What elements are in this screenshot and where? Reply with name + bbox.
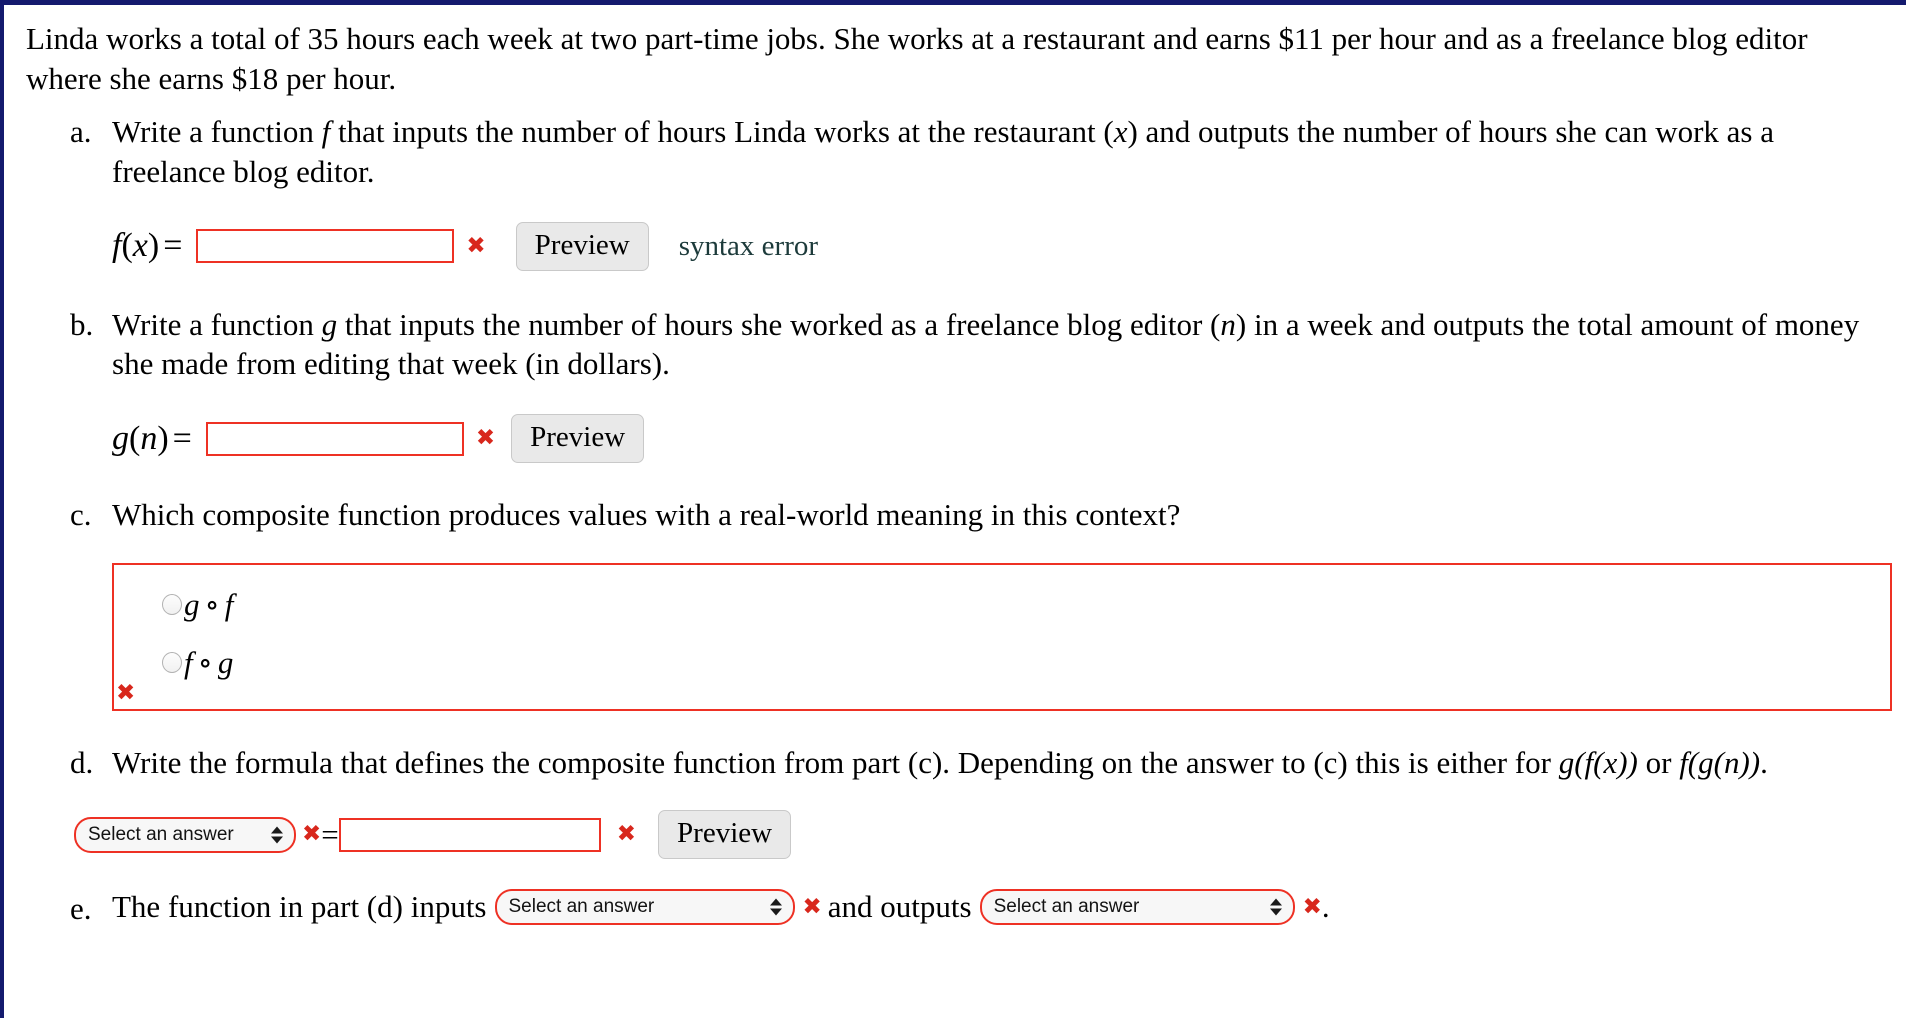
part-d-text-1: Write the formula that defines the compo…: [112, 744, 1551, 780]
part-a-marker: a.: [70, 114, 92, 150]
part-d-question: Write the formula that defines the compo…: [112, 743, 1888, 783]
part-c-choice-box: g ∘ f f ∘ g ✖: [112, 562, 1892, 711]
part-b: b. Write a function g that inputs the nu…: [70, 305, 1888, 464]
part-c-option-2-label: f ∘ g: [184, 644, 234, 680]
part-d-text-3: .: [1760, 744, 1768, 780]
chevron-updown-icon: [271, 826, 283, 844]
part-b-function-label: g(n) =: [112, 419, 192, 457]
part-e-error-icon-1: ✖: [802, 893, 822, 920]
part-d-preview-button[interactable]: Preview: [658, 810, 792, 860]
part-d-expr-2: f(g(n)): [1679, 744, 1761, 780]
part-e-error-icon-2: ✖: [1302, 893, 1322, 920]
part-e-select-input[interactable]: Select an answer: [494, 889, 795, 926]
part-e-text-3: .: [1321, 889, 1330, 925]
part-a-question: Write a function f that inputs the numbe…: [112, 112, 1888, 191]
part-c-option-1-label: g ∘ f: [184, 586, 234, 622]
part-a-status-message: syntax error: [678, 229, 819, 262]
part-d-answer-row: Select an answer ✖ = ✖ Preview: [74, 810, 1888, 860]
part-c-marker: c.: [70, 497, 92, 533]
part-b-answer-input[interactable]: [205, 421, 464, 456]
part-b-marker: b.: [70, 306, 94, 342]
part-e-marker: e.: [70, 891, 92, 927]
part-d-equals: =: [321, 816, 339, 852]
chevron-updown-icon: [1269, 898, 1282, 916]
part-d: d. Write the formula that defines the co…: [70, 743, 1888, 860]
part-b-question: Write a function g that inputs the numbe…: [112, 305, 1888, 384]
part-c-question: Which composite function produces values…: [112, 497, 1181, 533]
part-b-answer-row: g(n) = ✖ Preview: [112, 414, 1888, 464]
part-d-expr-1: g(f(x)): [1558, 744, 1638, 780]
part-e-text-1: The function in part (d) inputs: [112, 889, 487, 925]
part-a-var-x: x: [1113, 114, 1128, 150]
part-c-error-icon: ✖: [116, 679, 136, 706]
problem-content: Linda works a total of 35 hours each wee…: [4, 5, 1906, 926]
part-e: e. The function in part (d) inputs Selec…: [70, 889, 1888, 926]
part-a-text-2: that inputs the number of hours Linda wo…: [338, 114, 1114, 150]
part-c-radio-fog[interactable]: [162, 652, 182, 674]
part-d-select[interactable]: Select an answer: [74, 816, 296, 853]
part-c-option-1[interactable]: g ∘ f: [114, 587, 1890, 623]
problem-statement: Linda works a total of 35 hours each wee…: [26, 21, 1808, 96]
part-a-error-icon: ✖: [466, 232, 486, 259]
part-c: c. Which composite function produces val…: [70, 495, 1892, 711]
part-e-select-output[interactable]: Select an answer: [979, 889, 1295, 926]
part-a-preview-button[interactable]: Preview: [515, 221, 649, 271]
part-d-error-icon-1: ✖: [302, 821, 322, 848]
part-a-function-label: f(x) =: [112, 227, 183, 265]
part-e-select-input-value: Select an answer: [508, 896, 655, 918]
part-e-question: The function in part (d) inputs Select a…: [112, 889, 1888, 926]
part-b-preview-button[interactable]: Preview: [511, 414, 645, 464]
part-a-var-f: f: [321, 114, 331, 150]
part-a-text-1: Write a function: [112, 114, 314, 150]
part-c-radio-gof[interactable]: [162, 594, 182, 616]
part-b-error-icon: ✖: [475, 425, 496, 452]
part-a-answer-row: f(x) = ✖ Preview syntax error: [112, 221, 1888, 271]
parts-list: a. Write a function f that inputs the nu…: [26, 112, 1892, 926]
part-c-option-2[interactable]: f ∘ g: [114, 645, 1890, 681]
part-e-text-2: and outputs: [827, 889, 972, 925]
part-b-text-2: that inputs the number of hours she work…: [344, 306, 1221, 342]
part-d-select-value: Select an answer: [88, 823, 234, 845]
part-a: a. Write a function f that inputs the nu…: [70, 112, 1888, 271]
part-d-error-icon-2: ✖: [616, 821, 637, 848]
part-b-var-g: g: [321, 306, 338, 342]
chevron-updown-icon: [769, 898, 782, 916]
part-d-answer-input[interactable]: [338, 817, 601, 852]
part-a-answer-input[interactable]: [196, 229, 455, 264]
part-d-marker: d.: [70, 744, 94, 780]
part-d-text-2: or: [1645, 744, 1672, 780]
part-e-select-output-value: Select an answer: [993, 896, 1140, 918]
part-b-var-n: n: [1220, 306, 1236, 342]
part-b-text-1: Write a function: [112, 306, 314, 342]
problem-page: Linda works a total of 35 hours each wee…: [0, 0, 1906, 1018]
